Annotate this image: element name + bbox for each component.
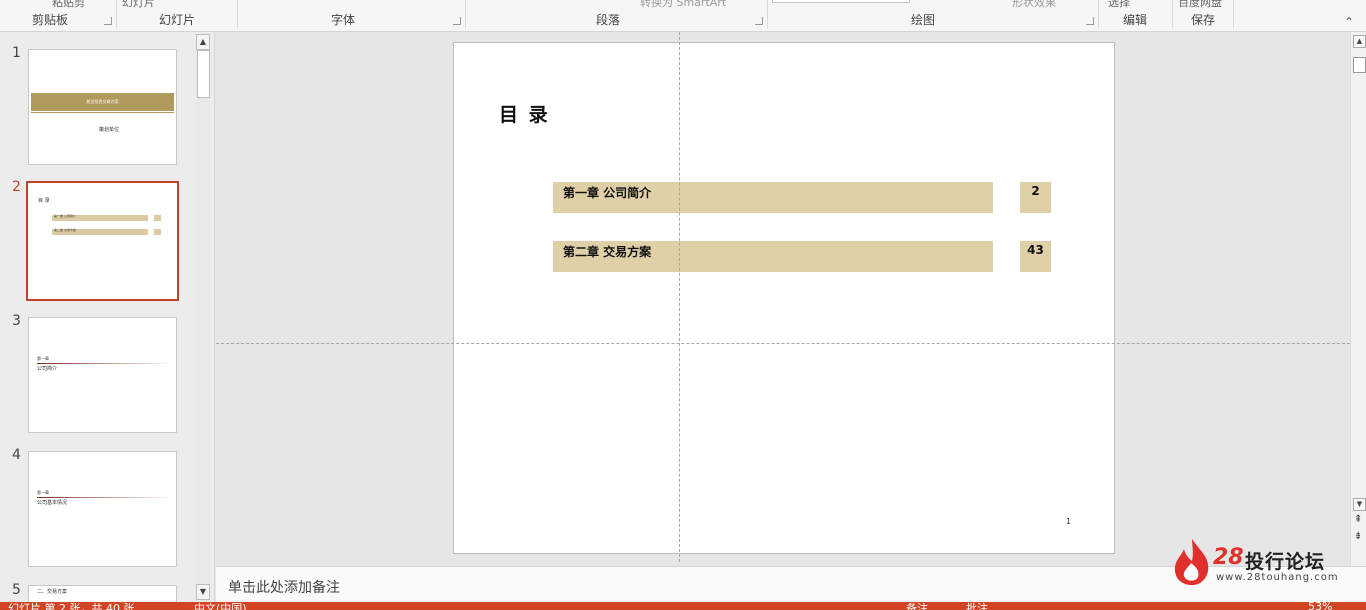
drawing-dialog-launcher-icon[interactable] [1086, 17, 1094, 25]
collapse-ribbon-icon[interactable]: ⌃ [1344, 15, 1354, 29]
group-label-editing: 编辑 [1122, 13, 1148, 27]
thumbnail-title-band: 航业投资交易方案 [31, 93, 174, 111]
thumbnail-number: 1 [12, 45, 21, 61]
toc-entry-1-page[interactable]: 2 [1020, 182, 1051, 213]
group-separator [116, 0, 117, 28]
thumbnail-toc-page [154, 229, 161, 235]
thumbnail-slide-2-selected[interactable]: 目 录 第一章 公司简介 第二章 交易方案 [26, 181, 179, 301]
thumbnail-title: 目 录 [38, 198, 50, 204]
new-slide-button-fragment[interactable]: 幻灯片 [122, 0, 155, 10]
editor-scrollbar[interactable]: ▲ ▼ ⇞ ⇟ [1350, 32, 1366, 566]
comments-toggle-button[interactable]: 批注 [966, 602, 988, 610]
watermark-number: 28 [1213, 545, 1244, 570]
group-separator [1233, 0, 1234, 28]
toc-entry-2[interactable]: 第二章 交易方案 [553, 241, 993, 272]
scrollbar-thumb[interactable] [1353, 57, 1366, 73]
toc-entry-text: 第一章 公司简介 [563, 186, 652, 200]
scroll-up-icon[interactable]: ▲ [1353, 35, 1366, 48]
language-status[interactable]: 中文(中国) [194, 602, 247, 610]
notes-toggle-button[interactable]: 备注 [906, 602, 928, 610]
slide-number: 1 [1066, 517, 1072, 526]
font-dialog-launcher-icon[interactable] [453, 17, 461, 25]
flame-icon [1174, 539, 1209, 586]
toc-entry-text: 第二章 交易方案 [563, 245, 652, 259]
vertical-guide[interactable] [679, 32, 680, 562]
baidu-pan-button-fragment[interactable]: 百度网盘 [1178, 0, 1222, 10]
watermark-logo: 28 投行论坛 www.28touhang.com [1172, 537, 1347, 587]
previous-slide-icon[interactable]: ⇞ [1354, 514, 1362, 525]
thumbnail-rule [37, 363, 174, 364]
zoom-level[interactable]: 53% [1308, 602, 1332, 610]
group-separator [1172, 0, 1173, 28]
group-separator [1098, 0, 1099, 28]
thumbnail-number: 2 [12, 179, 21, 195]
thumbnail-number: 4 [12, 447, 21, 463]
select-button-fragment[interactable]: 选择 [1108, 0, 1130, 10]
thumbnail-slide-4[interactable]: 第一章 公司基本情况 [28, 451, 177, 567]
thumbnail-number: 3 [12, 313, 21, 329]
scroll-down-icon[interactable]: ▼ [196, 584, 210, 600]
group-label-slides: 幻灯片 [158, 13, 196, 27]
thumbnail-rule [31, 112, 174, 113]
thumbnail-heading: 公司简介 [37, 366, 58, 372]
smartart-button-fragment[interactable]: 转换为 SmartArt [640, 0, 726, 10]
thumbnail-number: 5 [12, 582, 21, 598]
thumbnails-scrollbar[interactable]: ▲ ▼ [196, 34, 210, 602]
shape-effects-fragment[interactable]: 形状效果 [1012, 0, 1056, 10]
thumbnail-toc-text: 第二章 交易方案 [54, 228, 76, 232]
slide-thumbnails-pane: 1 航业投资交易方案 策划单位 2 目 录 第一章 公司简介 第二章 交易方案 … [0, 32, 215, 604]
thumbnail-chapter: 第一章 [37, 356, 49, 361]
group-separator [465, 0, 466, 28]
thumbnail-slide-3[interactable]: 第一章 公司简介 [28, 317, 177, 433]
scroll-up-icon[interactable]: ▲ [196, 34, 210, 50]
thumbnail-toc-text: 第一章 公司简介 [54, 214, 76, 218]
paragraph-dialog-launcher-icon[interactable] [755, 17, 763, 25]
scroll-down-icon[interactable]: ▼ [1353, 498, 1366, 511]
group-label-drawing: 绘图 [910, 13, 936, 27]
thumbnail-toc-page [154, 215, 161, 221]
current-slide[interactable]: 目 录 第一章 公司简介 2 第二章 交易方案 43 1 [453, 42, 1115, 554]
paste-button-fragment[interactable]: 粘贴剪 [52, 0, 85, 10]
ribbon: 粘贴剪 幻灯片 转换为 SmartArt 形状效果 选择 百度网盘 剪贴板 幻灯… [0, 0, 1366, 32]
status-bar: 幻灯片 第 2 张，共 40 张 中文(中国) 备注 批注 53% [0, 602, 1366, 610]
horizontal-guide[interactable] [216, 343, 1350, 344]
thumbnail-chapter: 第一章 [37, 490, 49, 495]
group-separator [767, 0, 768, 28]
slide-title[interactable]: 目 录 [499, 100, 550, 127]
thumbnail-rule [37, 497, 174, 498]
thumbnail-heading: 二、交易方案 [37, 589, 68, 595]
group-label-clipboard: 剪贴板 [31, 13, 69, 27]
toc-entry-1[interactable]: 第一章 公司简介 [553, 182, 993, 213]
scrollbar-thumb[interactable] [197, 50, 210, 98]
group-label-paragraph: 段落 [595, 13, 621, 27]
group-label-font: 字体 [330, 13, 356, 27]
next-slide-icon[interactable]: ⇟ [1354, 531, 1362, 542]
thumbnail-subtitle: 策划单位 [99, 127, 120, 133]
slide-count-status: 幻灯片 第 2 张，共 40 张 [8, 602, 135, 610]
notes-placeholder[interactable]: 单击此处添加备注 [228, 577, 340, 597]
group-separator [237, 0, 238, 28]
slide-editing-area: 目 录 第一章 公司简介 2 第二章 交易方案 43 1 [216, 32, 1350, 566]
thumbnail-heading: 公司基本情况 [37, 500, 68, 506]
watermark-name: 投行论坛 [1245, 551, 1326, 573]
watermark-url: www.28touhang.com [1216, 572, 1339, 583]
shape-combo-fragment[interactable] [772, 0, 910, 3]
toc-entry-2-page[interactable]: 43 [1020, 241, 1051, 272]
thumbnail-slide-1[interactable]: 航业投资交易方案 策划单位 [28, 49, 177, 165]
group-label-save: 保存 [1190, 13, 1216, 27]
clipboard-dialog-launcher-icon[interactable] [104, 17, 112, 25]
